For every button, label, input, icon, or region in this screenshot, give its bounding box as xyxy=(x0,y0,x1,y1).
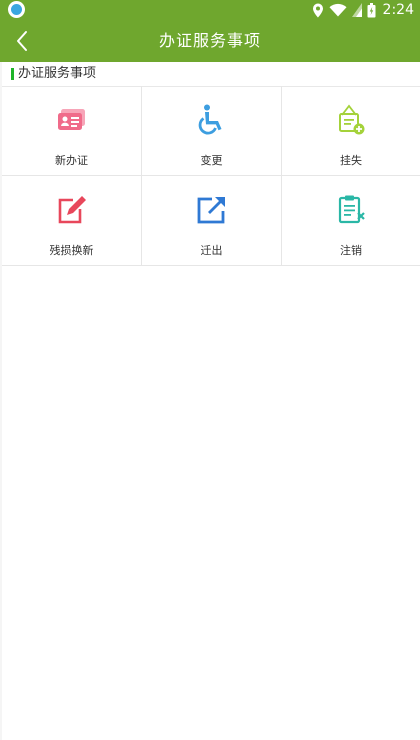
content-area: 办证服务事项 新办证 变更 挂失 残损换新 迁出 注销 xyxy=(2,62,420,740)
status-icons: 2:24 xyxy=(312,0,414,20)
service-grid: 新办证 变更 挂失 残损换新 迁出 注销 xyxy=(2,86,420,266)
service-tile-new-card[interactable]: 新办证 xyxy=(2,86,142,176)
service-label: 新办证 xyxy=(55,154,88,167)
id-card-icon xyxy=(55,103,89,137)
wifi-icon xyxy=(329,3,347,17)
service-tile-cancel[interactable]: 注销 xyxy=(282,176,420,266)
service-label: 迁出 xyxy=(200,244,223,257)
page-title: 办证服务事项 xyxy=(158,31,261,50)
app-badge-icon xyxy=(8,1,25,18)
service-label: 注销 xyxy=(340,244,362,257)
hanging-sign-icon xyxy=(334,103,368,137)
service-tile-change[interactable]: 变更 xyxy=(142,86,282,176)
section-title: 办证服务事项 xyxy=(18,66,97,81)
edit-icon xyxy=(55,193,89,227)
service-label: 残损换新 xyxy=(49,244,94,257)
signal-icon xyxy=(351,3,362,17)
section-marker xyxy=(11,68,14,80)
status-bar: 2:24 xyxy=(0,0,420,20)
service-label: 挂失 xyxy=(340,154,362,167)
clipboard-cancel-icon xyxy=(334,193,368,227)
service-tile-report-loss[interactable]: 挂失 xyxy=(282,86,420,176)
service-tile-damaged-replacement[interactable]: 残损换新 xyxy=(2,176,142,266)
section-header: 办证服务事项 xyxy=(2,62,420,87)
service-tile-move-out[interactable]: 迁出 xyxy=(142,176,282,266)
export-icon xyxy=(195,193,229,227)
wheelchair-icon xyxy=(195,103,229,137)
app-bar: 办证服务事项 xyxy=(0,20,420,62)
location-icon xyxy=(312,3,323,17)
status-time: 2:24 xyxy=(382,2,414,18)
battery-icon xyxy=(367,2,376,17)
service-label: 变更 xyxy=(200,154,223,167)
